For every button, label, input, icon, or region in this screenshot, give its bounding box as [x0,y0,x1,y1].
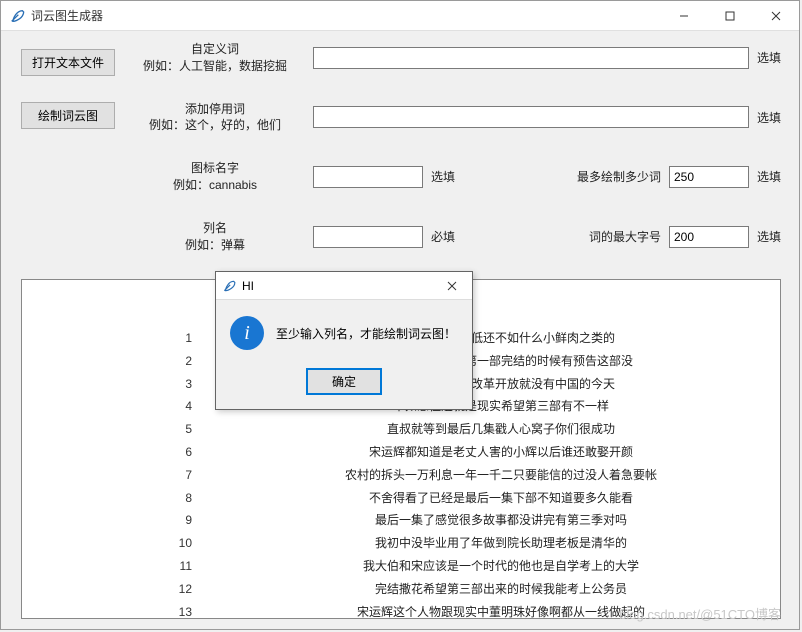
dialog-message: 至少输入列名，才能绘制词云图！ [276,325,456,342]
window-controls [661,1,799,30]
label-column: 列名 例如：弹幕 [125,220,305,254]
label-custom-words: 自定义词 例如：人工智能，数据挖掘 [125,41,305,75]
input-custom-words[interactable] [313,47,749,69]
input-column[interactable] [313,226,423,248]
row-number: 3 [32,373,232,396]
dialog-titlebar: HI [216,272,472,300]
tag-stop-words: 选填 [757,109,781,126]
table-row: 8不舍得看了已经是最后一集下部不知道要多久能看 [32,487,770,510]
row-number: 4 [32,395,232,418]
row-text: 我大伯和宋应该是一个时代的他也是自学考上的大学 [232,555,770,578]
dialog-body: i 至少输入列名，才能绘制词云图！ [216,300,472,360]
row-text: 最后一集了感觉很多故事都没讲完有第三季对吗 [232,509,770,532]
row-number: 13 [32,601,232,619]
row-number: 1 [32,327,232,350]
table-row: 7农村的拆头一万利息一年一千二只要能信的过没人着急要帐 [32,464,770,487]
row-column-maxfont: 列名 例如：弹幕 必填 词的最大字号 选填 [125,220,781,254]
row-number: 12 [32,578,232,601]
minimize-button[interactable] [661,1,707,30]
label-icon-name: 图标名字 例如：cannabis [125,160,305,194]
row-number: 2 [32,350,232,373]
titlebar: 词云图生成器 [1,1,799,31]
table-row: 11我大伯和宋应该是一个时代的他也是自学考上的大学 [32,555,770,578]
input-max-font[interactable] [669,226,749,248]
tag-icon-name: 选填 [431,168,455,185]
row-number: 5 [32,418,232,441]
label-stop-words: 添加停用词 例如：这个，好的，他们 [125,101,305,135]
dialog-title: HI [242,279,254,293]
dialog-app-icon [222,279,236,293]
form-area: 自定义词 例如：人工智能，数据挖掘 选填 添加停用词 例如：这个，好的，他们 选… [125,41,781,279]
row-custom-words: 自定义词 例如：人工智能，数据挖掘 选填 [125,41,781,75]
draw-cloud-button[interactable]: 绘制词云图 [21,102,115,129]
dialog-close-button[interactable] [432,278,472,294]
side-buttons: 打开文本文件 绘制词云图 [21,49,115,129]
watermark: blog.csdn.net/@51CTO博客 [619,604,781,623]
main-window: 词云图生成器 打开文本文件 绘制词云图 自定义词 例如：人工智能，数据挖掘 选填 [0,0,800,630]
label-max-font: 词的最大字号 [561,228,661,245]
row-text: 我初中没毕业用了年做到院长助理老板是清华的 [232,532,770,555]
row-number: 7 [32,464,232,487]
open-file-button[interactable]: 打开文本文件 [21,49,115,76]
row-text: 不舍得看了已经是最后一集下部不知道要多久能看 [232,487,770,510]
input-icon-name[interactable] [313,166,423,188]
row-text: 农村的拆头一万利息一年一千二只要能信的过没人着急要帐 [232,464,770,487]
row-number: 9 [32,509,232,532]
dialog-buttons: 确定 [216,360,472,409]
row-number: 8 [32,487,232,510]
table-row: 9最后一集了感觉很多故事都没讲完有第三季对吗 [32,509,770,532]
row-number: 6 [32,441,232,464]
row-number: 11 [32,555,232,578]
app-icon [9,8,25,24]
tag-max-font: 选填 [757,228,781,245]
table-row: 5直叔就等到最后几集戳人心窝子你们很成功 [32,418,770,441]
tag-max-words: 选填 [757,168,781,185]
row-text: 完结撒花希望第三部出来的时候我能考上公务员 [232,578,770,601]
close-button[interactable] [753,1,799,30]
window-title: 词云图生成器 [31,7,103,24]
dialog-ok-button[interactable]: 确定 [306,368,382,395]
label-max-words: 最多绘制多少词 [561,168,661,185]
row-stop-words: 添加停用词 例如：这个，好的，他们 选填 [125,101,781,135]
input-max-words[interactable] [669,166,749,188]
table-row: 6宋运辉都知道是老丈人害的小辉以后谁还敢娶开颜 [32,441,770,464]
maximize-button[interactable] [707,1,753,30]
row-icon-maxwords: 图标名字 例如：cannabis 选填 最多绘制多少词 选填 [125,160,781,194]
table-row: 10我初中没毕业用了年做到院长助理老板是清华的 [32,532,770,555]
tag-column: 必填 [431,228,455,245]
table-row: 12完结撒花希望第三部出来的时候我能考上公务员 [32,578,770,601]
row-text: 宋运辉都知道是老丈人害的小辉以后谁还敢娶开颜 [232,441,770,464]
info-icon: i [230,316,264,350]
tag-custom-words: 选填 [757,49,781,66]
row-number: 10 [32,532,232,555]
row-text: 直叔就等到最后几集戳人心窝子你们很成功 [232,418,770,441]
info-dialog: HI i 至少输入列名，才能绘制词云图！ 确定 [215,271,473,410]
input-stop-words[interactable] [313,106,749,128]
